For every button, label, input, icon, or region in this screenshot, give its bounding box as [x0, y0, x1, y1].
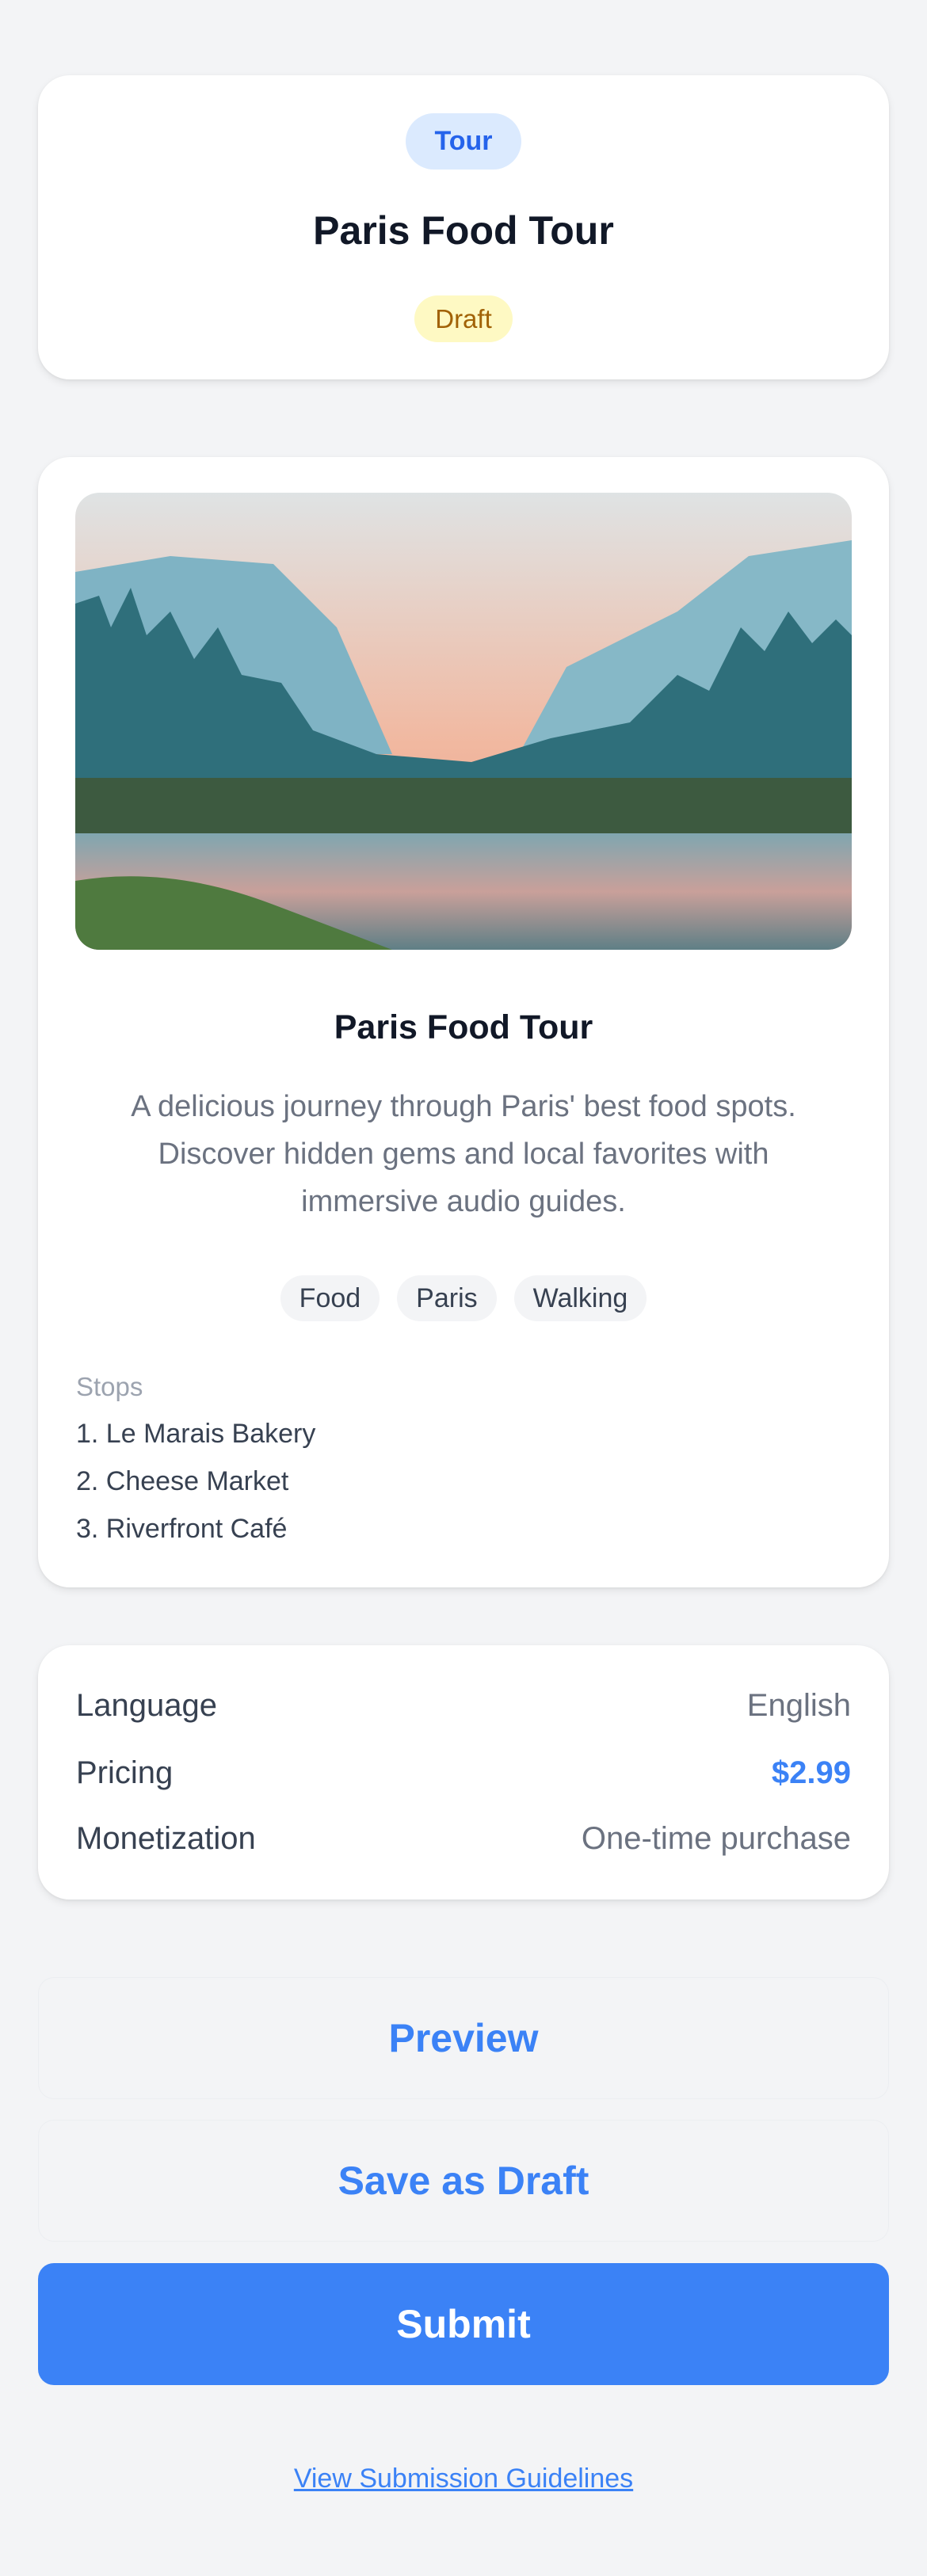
tour-description: A delicious journey through Paris' best …	[131, 1090, 796, 1218]
stop-item: 2. Cheese Market	[76, 1466, 289, 1496]
stop-item: 3. Riverfront Café	[76, 1514, 288, 1544]
language-value: English	[746, 1688, 851, 1723]
info-row-pricing: Pricing $2.99	[76, 1754, 851, 1792]
info-row-monetization: Monetization One-time purchase	[76, 1820, 851, 1858]
type-badge: Tour	[406, 113, 521, 170]
status-badge: Draft	[414, 295, 513, 342]
monetization-label: Monetization	[76, 1821, 256, 1856]
tag-list: Food Paris Walking	[38, 1275, 889, 1321]
submit-button[interactable]: Submit	[38, 2263, 889, 2385]
header-card: Tour Paris Food Tour Draft	[38, 75, 889, 379]
stops-label: Stops	[76, 1372, 143, 1401]
preview-button[interactable]: Preview	[38, 1977, 889, 2099]
stop-item: 1. Le Marais Bakery	[76, 1419, 316, 1449]
guidelines-link[interactable]: View Submission Guidelines	[294, 2464, 633, 2494]
info-card: Language English Pricing $2.99 Monetizatio…	[38, 1645, 889, 1900]
pricing-label: Pricing	[76, 1755, 174, 1790]
tour-cover-image	[75, 493, 852, 950]
page-title: Paris Food Tour	[313, 208, 614, 253]
monetization-value: One-time purchase	[581, 1821, 851, 1856]
tag-food: Food	[280, 1275, 380, 1321]
pricing-value: $2.99	[771, 1755, 851, 1790]
tag-paris: Paris	[397, 1275, 497, 1321]
tour-title: Paris Food Tour	[334, 1008, 593, 1046]
info-row-language: Language English	[76, 1686, 851, 1724]
language-label: Language	[76, 1688, 217, 1723]
save-draft-button[interactable]: Save as Draft	[38, 2120, 889, 2242]
details-card: Paris Food Tour A delicious journey thro…	[38, 457, 889, 1587]
tag-walking: Walking	[513, 1275, 647, 1321]
